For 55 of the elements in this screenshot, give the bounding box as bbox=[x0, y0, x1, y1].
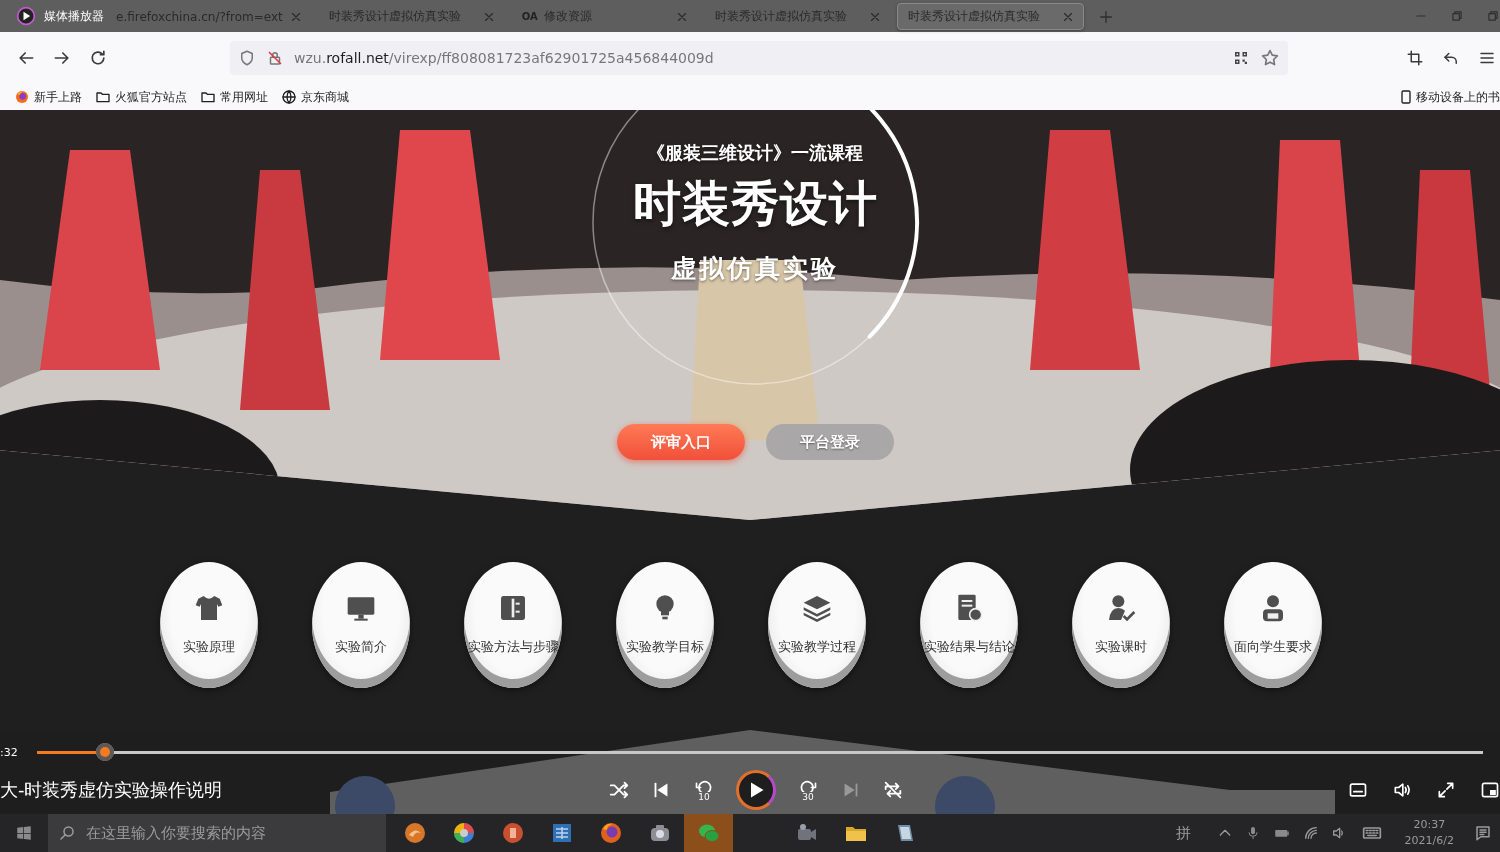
ball-icon bbox=[402, 821, 427, 845]
module-button[interactable]: 实验方法与步骤 bbox=[464, 562, 562, 688]
elapsed-time: :32 bbox=[0, 745, 19, 759]
globe-icon bbox=[281, 89, 297, 105]
star-icon[interactable] bbox=[1260, 48, 1280, 68]
skip-forward-button[interactable]: 30 bbox=[796, 778, 820, 802]
reload-icon[interactable] bbox=[88, 48, 108, 68]
course-label: 《服装三维设计》一流课程 bbox=[647, 141, 863, 165]
slides-icon bbox=[500, 821, 525, 845]
notification-icon[interactable] bbox=[1474, 824, 1492, 842]
module-button[interactable]: 实验教学目标 bbox=[616, 562, 714, 688]
folder-icon bbox=[200, 89, 216, 105]
volume-icon[interactable] bbox=[1392, 780, 1412, 800]
qr-code-icon[interactable] bbox=[1232, 49, 1250, 67]
module-button[interactable]: 面向学生要求 bbox=[1224, 562, 1322, 688]
module-button[interactable]: 实验教学过程 bbox=[768, 562, 866, 688]
bookmark-item[interactable]: 新手上路 bbox=[14, 88, 82, 106]
bookmark-item[interactable]: 火狐官方站点 bbox=[95, 88, 187, 106]
video-title: 大-时装秀虚仿实验操作说明 bbox=[0, 778, 224, 802]
fullscreen-icon[interactable] bbox=[1436, 780, 1456, 800]
seek-thumb[interactable] bbox=[95, 743, 114, 761]
clock-time: 20:37 bbox=[1413, 817, 1446, 833]
address-field[interactable]: wzu.rofall.net/virexp/ff808081723af62901725a456844009d bbox=[230, 41, 1288, 75]
crop-icon[interactable] bbox=[1406, 49, 1424, 67]
folder-icon bbox=[95, 89, 111, 105]
bookmark-item[interactable]: 移动设备上的书 bbox=[1398, 88, 1500, 106]
firefox-icon bbox=[598, 821, 623, 845]
clock-date: 2021/6/2 bbox=[1404, 833, 1454, 849]
wifi-icon[interactable] bbox=[1302, 825, 1319, 841]
firefox-icon bbox=[14, 89, 30, 105]
search-icon bbox=[58, 824, 76, 842]
color-wheel-icon bbox=[451, 821, 476, 845]
windows-icon[interactable] bbox=[15, 824, 33, 842]
play-logo-icon bbox=[16, 6, 36, 26]
shield-icon bbox=[238, 49, 256, 67]
bookmark-item[interactable]: 京东商城 bbox=[281, 88, 349, 106]
search-field[interactable]: 在这里输入你要搜索的内容 bbox=[48, 814, 386, 852]
lock-crossed-icon bbox=[266, 49, 284, 67]
module-button[interactable]: 实验原理 bbox=[160, 562, 258, 688]
module-button[interactable]: 实验简介 bbox=[312, 562, 410, 688]
module-button[interactable]: 实验课时 bbox=[1072, 562, 1170, 688]
app-title: 媒体播放器 bbox=[44, 7, 104, 25]
shuffle-icon[interactable] bbox=[608, 779, 630, 801]
site-label: OA bbox=[521, 11, 538, 22]
rewind-arrow-icon bbox=[694, 778, 714, 792]
subtitles-icon[interactable] bbox=[1348, 780, 1368, 800]
hero-title: 时装秀设计 bbox=[632, 175, 878, 231]
mini-player-icon[interactable] bbox=[1480, 780, 1500, 800]
repeat-off-icon[interactable] bbox=[882, 779, 904, 801]
phone-icon bbox=[1398, 89, 1414, 105]
forward-arrow-icon bbox=[798, 778, 818, 792]
module-button[interactable]: 实验结果与结论 bbox=[920, 562, 1018, 688]
bookmark-item[interactable]: 常用网址 bbox=[200, 88, 268, 106]
skip-back-button[interactable]: 10 bbox=[692, 778, 716, 802]
ime-indicator[interactable]: 拼 bbox=[1175, 823, 1191, 843]
